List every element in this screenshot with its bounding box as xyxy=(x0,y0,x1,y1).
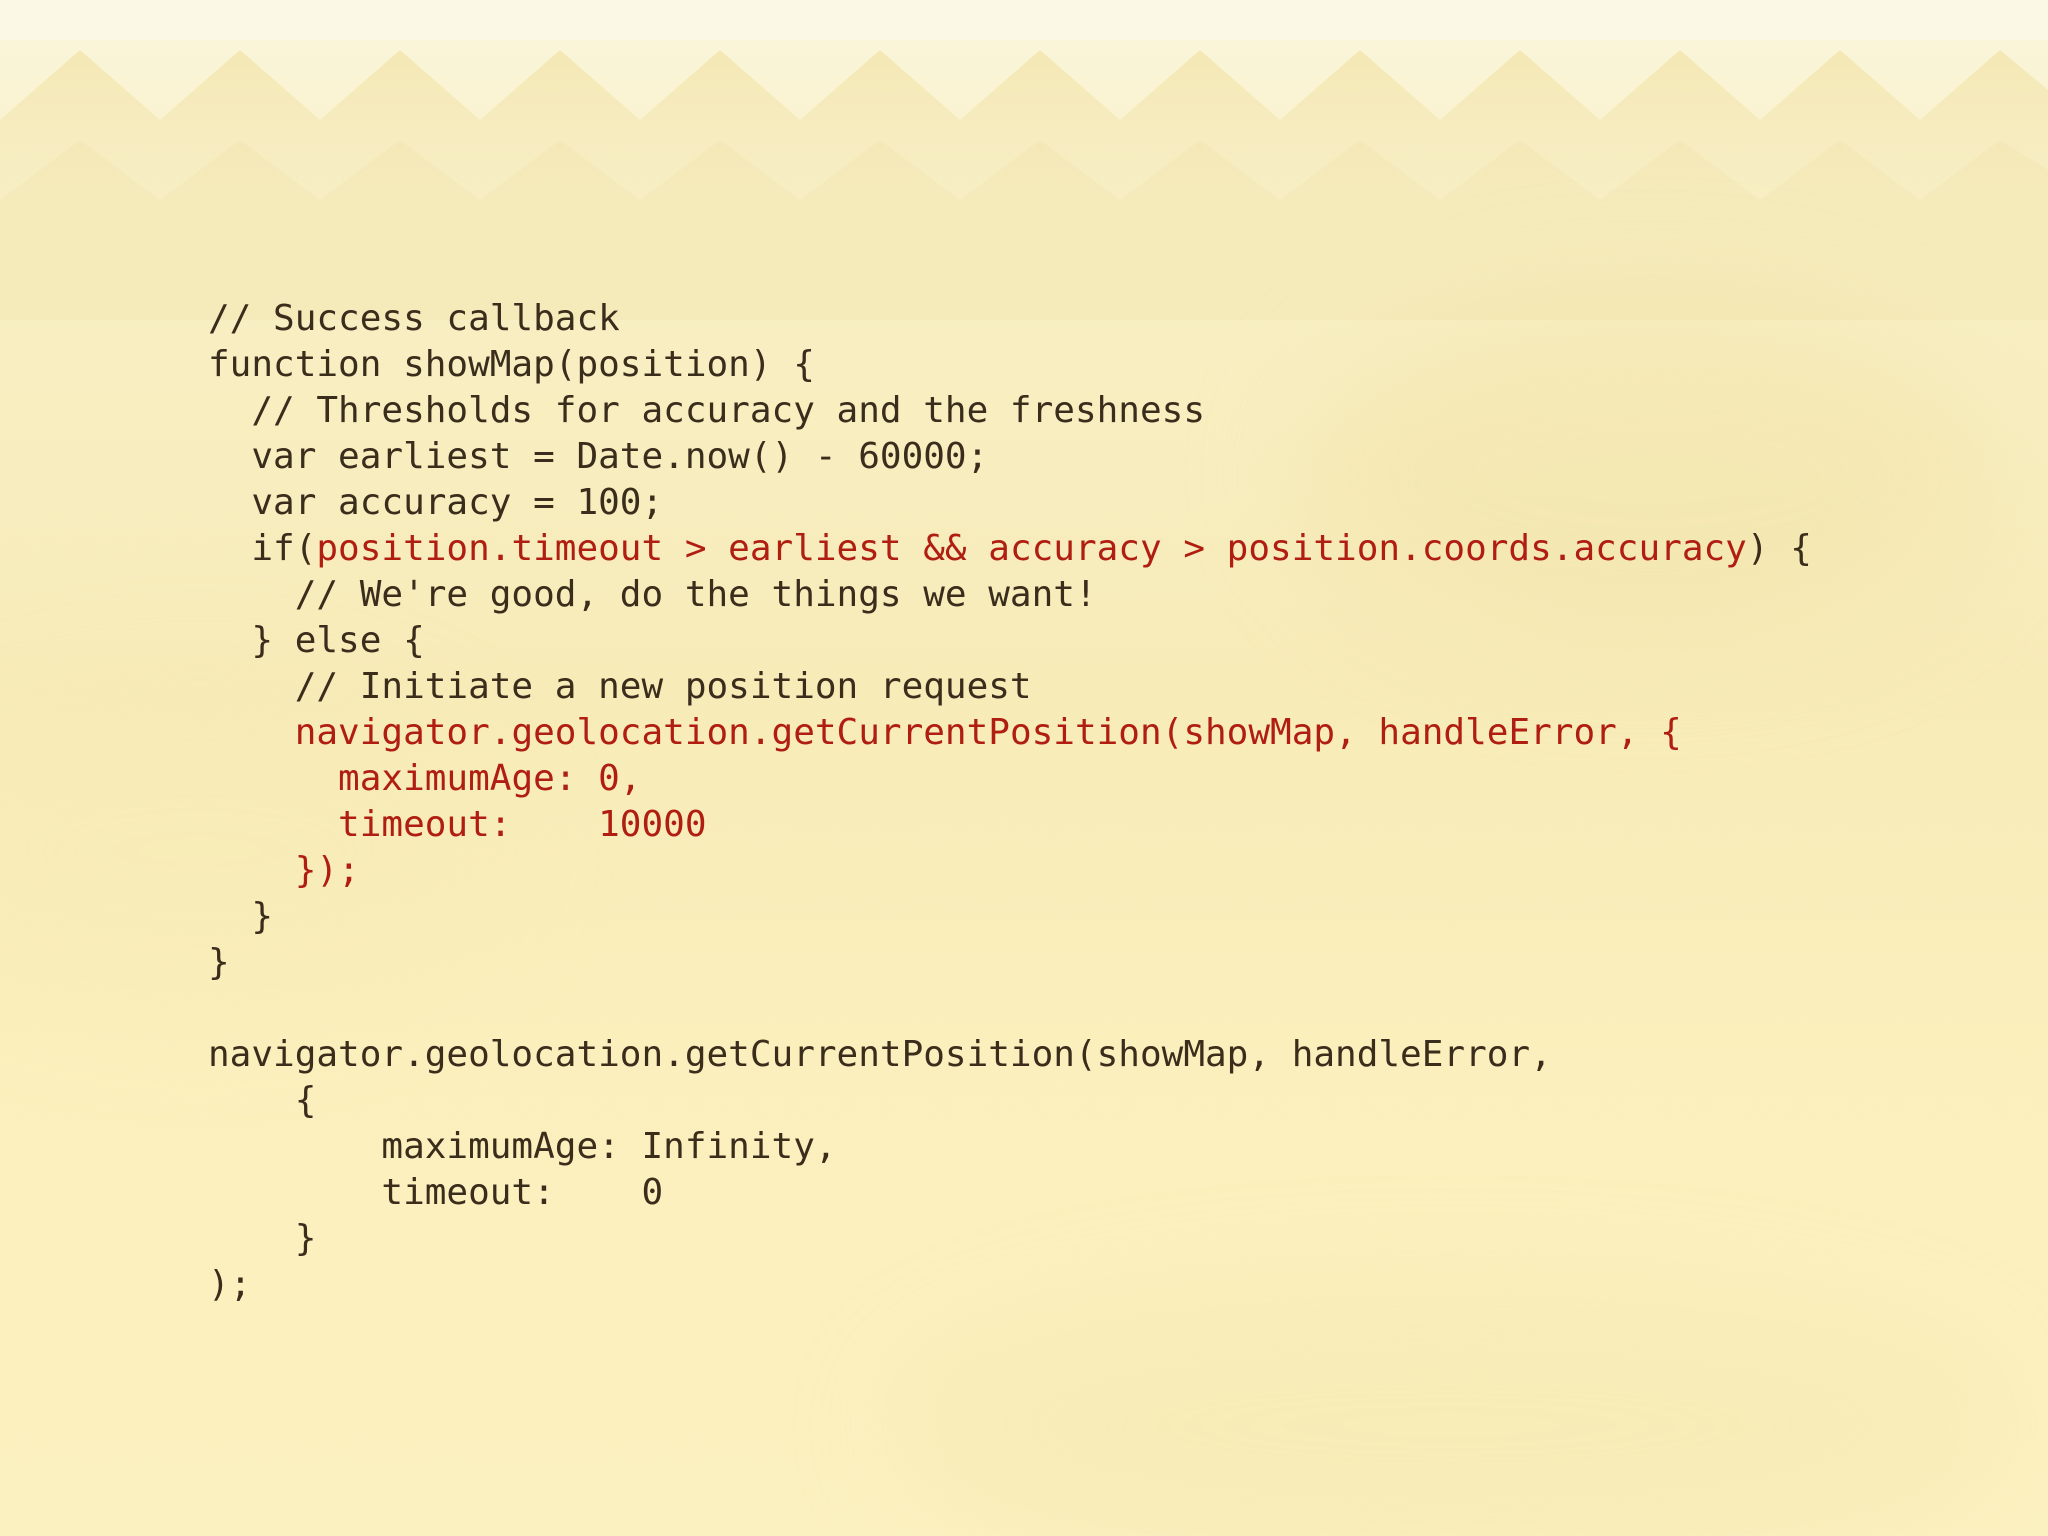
code-text: // Initiate a new position request xyxy=(208,666,1032,707)
code-line: // Initiate a new position request xyxy=(208,664,1812,710)
code-text: // Thresholds for accuracy and the fresh… xyxy=(208,390,1205,431)
code-line: } xyxy=(208,1216,1812,1262)
code-line: navigator.geolocation.getCurrentPosition… xyxy=(208,710,1812,756)
code-line: maximumAge: 0, xyxy=(208,756,1812,802)
code-text: ); xyxy=(208,1264,252,1305)
code-line: if(position.timeout > earliest && accura… xyxy=(208,526,1812,572)
code-line: var earliest = Date.now() - 60000; xyxy=(208,434,1812,480)
background-texture xyxy=(900,1300,2000,1536)
code-line: navigator.geolocation.getCurrentPosition… xyxy=(208,1032,1812,1078)
code-line: // Success callback xyxy=(208,296,1812,342)
code-line: } else { xyxy=(208,618,1812,664)
code-highlight: timeout: 10000 xyxy=(338,804,707,845)
code-highlight: navigator.geolocation.getCurrentPosition… xyxy=(294,712,1682,753)
code-text: } xyxy=(208,942,230,983)
code-line: // Thresholds for accuracy and the fresh… xyxy=(208,388,1812,434)
code-line: timeout: 0 xyxy=(208,1170,1812,1216)
code-line: maximumAge: Infinity, xyxy=(208,1124,1812,1170)
code-text: function showMap(position) { xyxy=(208,344,815,385)
code-block: // Success callback function showMap(posi… xyxy=(208,296,1812,1308)
code-line: var accuracy = 100; xyxy=(208,480,1812,526)
code-line: timeout: 10000 xyxy=(208,802,1812,848)
code-line: } xyxy=(208,894,1812,940)
code-text: { xyxy=(208,1080,317,1121)
code-line: function showMap(position) { xyxy=(208,342,1812,388)
code-text: } else { xyxy=(208,620,425,661)
code-line: // We're good, do the things we want! xyxy=(208,572,1812,618)
code-line: } xyxy=(208,940,1812,986)
zigzag-background xyxy=(0,0,2048,320)
code-line: { xyxy=(208,1078,1812,1124)
code-highlight: }); xyxy=(294,850,360,891)
slide: // Success callback function showMap(posi… xyxy=(0,0,2048,1536)
code-text: if( xyxy=(208,528,317,569)
code-text: var accuracy = 100; xyxy=(208,482,664,523)
code-line: ); xyxy=(208,1262,1812,1308)
code-text: ) { xyxy=(1746,528,1812,569)
code-highlight: position.timeout > earliest && accuracy … xyxy=(316,528,1747,569)
code-text: // We're good, do the things we want! xyxy=(208,574,1097,615)
code-line: }); xyxy=(208,848,1812,894)
code-text: timeout: 0 xyxy=(208,1172,664,1213)
code-text: var earliest = Date.now() - 60000; xyxy=(208,436,989,477)
code-text: navigator.geolocation.getCurrentPosition… xyxy=(208,1034,1552,1075)
code-highlight: maximumAge: 0, xyxy=(338,758,642,799)
code-text: maximumAge: Infinity, xyxy=(208,1126,837,1167)
code-text: // Success callback xyxy=(208,298,620,339)
code-text: } xyxy=(208,1218,317,1259)
code-text: } xyxy=(208,896,274,937)
